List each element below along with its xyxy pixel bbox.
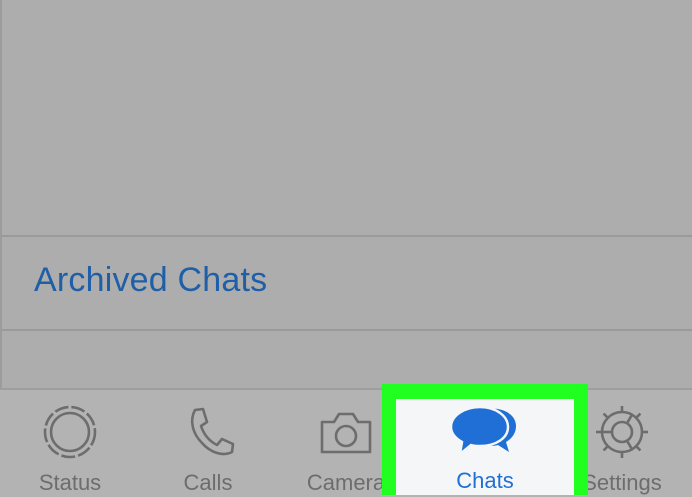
tab-label: Status <box>38 470 102 495</box>
screen-edge <box>0 0 2 390</box>
tab-label: Calls <box>183 470 233 495</box>
status-ring-icon <box>43 405 97 459</box>
tab-status[interactable]: Status <box>14 390 126 497</box>
phone-icon <box>190 407 235 456</box>
camera-icon <box>320 412 372 454</box>
chats-screen: Archived Chats Status Calls Camera Setti… <box>0 0 692 497</box>
divider <box>0 329 692 331</box>
archived-chats-row[interactable]: Archived Chats <box>0 237 692 329</box>
tab-chats[interactable]: Chats <box>396 399 574 495</box>
archived-chats-link[interactable]: Archived Chats <box>34 261 267 300</box>
tab-calls[interactable]: Calls <box>152 390 264 497</box>
tab-bar: Status Calls Camera Settings <box>0 388 692 497</box>
gear-icon <box>596 406 648 458</box>
chat-bubbles-icon <box>449 405 516 458</box>
tab-label: Chats <box>456 468 514 493</box>
